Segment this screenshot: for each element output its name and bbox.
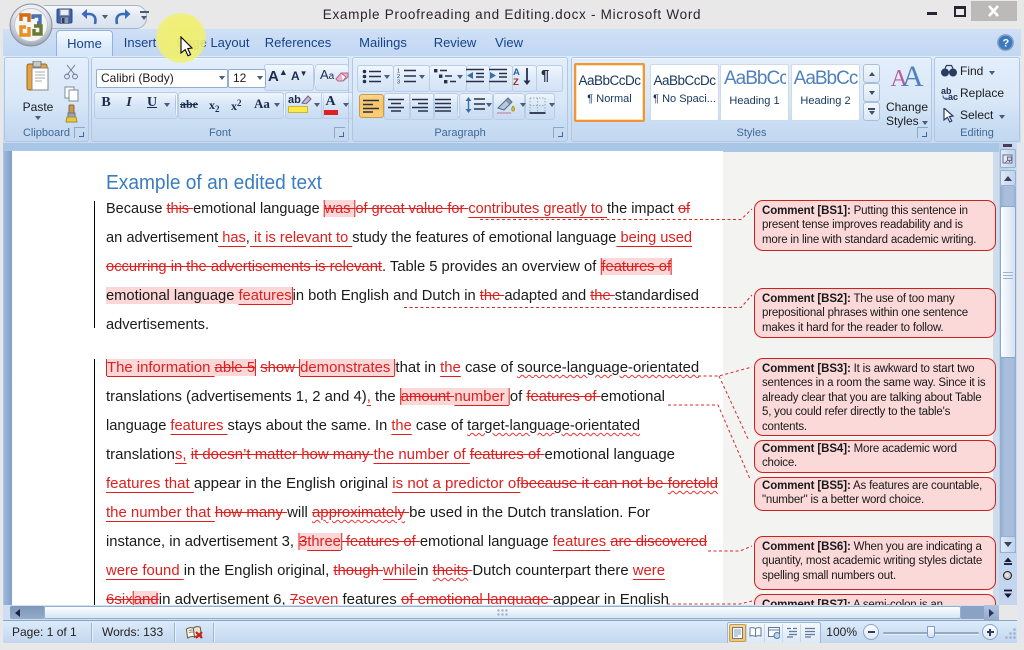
svg-text:?: ? xyxy=(1003,38,1010,50)
svg-text:ac: ac xyxy=(948,92,958,100)
svg-text:3: 3 xyxy=(397,80,400,84)
svg-text:Z: Z xyxy=(513,77,519,86)
